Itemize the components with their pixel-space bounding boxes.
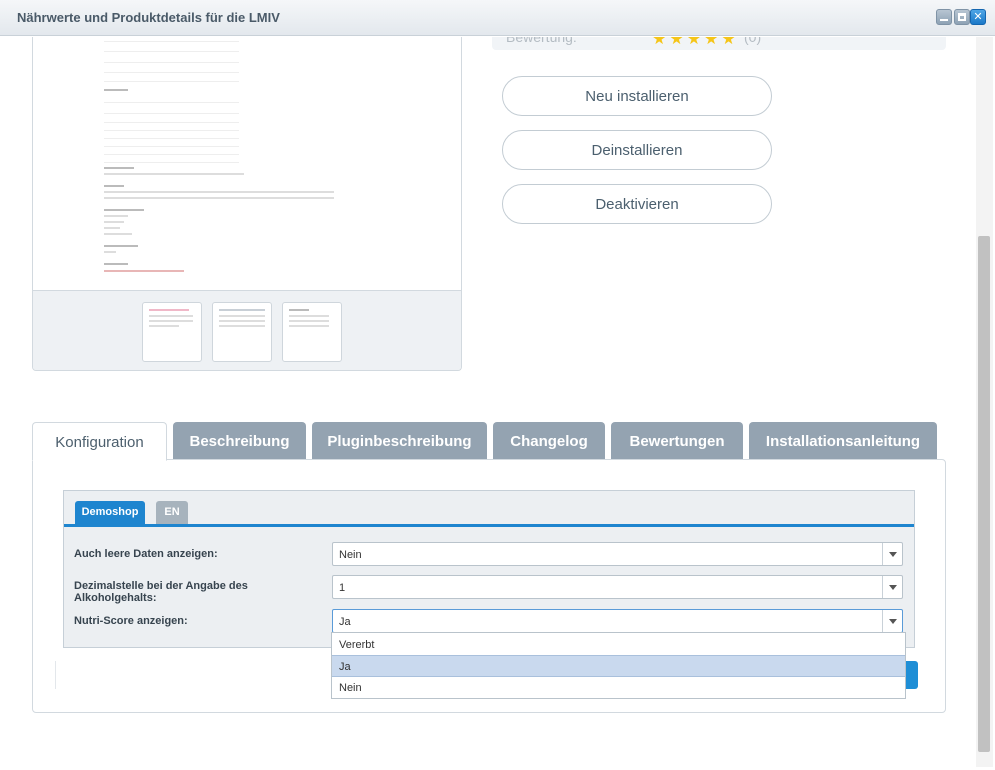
- shop-tab-en[interactable]: EN: [156, 501, 188, 524]
- tab-changelog[interactable]: Changelog: [493, 422, 605, 460]
- empty-data-select[interactable]: Nein: [332, 542, 903, 566]
- preview-image[interactable]: ​: [100, 37, 340, 287]
- option-vererbt[interactable]: Vererbt: [332, 634, 905, 656]
- thumbnail-1[interactable]: [142, 302, 202, 362]
- decimal-place-value: 1: [339, 582, 346, 594]
- deactivate-button[interactable]: Deaktivieren: [502, 184, 772, 224]
- option-ja[interactable]: Ja: [332, 655, 905, 677]
- rating-count: (0): [744, 37, 762, 45]
- option-nein[interactable]: Nein: [332, 677, 905, 699]
- field-label-decimal-place: Dezimalstelle bei der Angabe des Alkohol…: [74, 580, 248, 604]
- shop-tab-demoshop[interactable]: Demoshop: [75, 501, 145, 524]
- window-titlebar: Nährwerte und Produktdetails für die LMI…: [0, 0, 995, 36]
- reinstall-button[interactable]: Neu installieren: [502, 76, 772, 116]
- decimal-place-select[interactable]: 1: [332, 575, 903, 599]
- maximize-button[interactable]: [954, 9, 970, 25]
- rating-label: Bewertung:: [506, 37, 577, 45]
- window-title: Nährwerte und Produktdetails für die LMI…: [17, 10, 280, 25]
- thumbnail-3[interactable]: [282, 302, 342, 362]
- chevron-down-icon: [882, 610, 902, 632]
- nutri-score-select[interactable]: Ja: [332, 609, 903, 633]
- maximize-icon: [958, 13, 966, 21]
- tab-pluginbeschreibung[interactable]: Pluginbeschreibung: [312, 422, 487, 460]
- tab-konfiguration[interactable]: Konfiguration: [32, 422, 167, 461]
- tab-beschreibung[interactable]: Beschreibung: [173, 422, 306, 460]
- close-icon: ✕: [973, 11, 983, 23]
- tab-installationsanleitung[interactable]: Installationsanleitung: [749, 422, 937, 460]
- nutri-score-value: Ja: [339, 616, 351, 628]
- thumbnail-2[interactable]: [212, 302, 272, 362]
- thumbnail-strip: [33, 290, 461, 370]
- empty-data-value: Nein: [339, 549, 362, 561]
- field-label-nutri-score: Nutri-Score anzeigen:: [74, 615, 188, 627]
- uninstall-button[interactable]: Deinstallieren: [502, 130, 772, 170]
- config-form: Demoshop EN Auch leere Daten anzeigen: N…: [63, 490, 915, 648]
- minimize-button[interactable]: [936, 9, 952, 25]
- shop-tab-underline: [64, 524, 914, 527]
- chevron-down-icon: [882, 576, 902, 598]
- scrollbar-thumb[interactable]: [978, 236, 990, 752]
- nutri-score-dropdown: Vererbt Ja Nein: [331, 632, 906, 699]
- minimize-icon: [940, 19, 948, 21]
- close-button[interactable]: ✕: [970, 9, 986, 25]
- plugin-preview: ​: [32, 37, 462, 371]
- field-label-empty-data: Auch leere Daten anzeigen:: [74, 548, 218, 560]
- rating-stars-icon: ★★★★★: [652, 37, 739, 48]
- chevron-down-icon: [882, 543, 902, 565]
- tab-bewertungen[interactable]: Bewertungen: [611, 422, 743, 460]
- rating-box: Bewertung: ★★★★★ (0): [492, 37, 946, 50]
